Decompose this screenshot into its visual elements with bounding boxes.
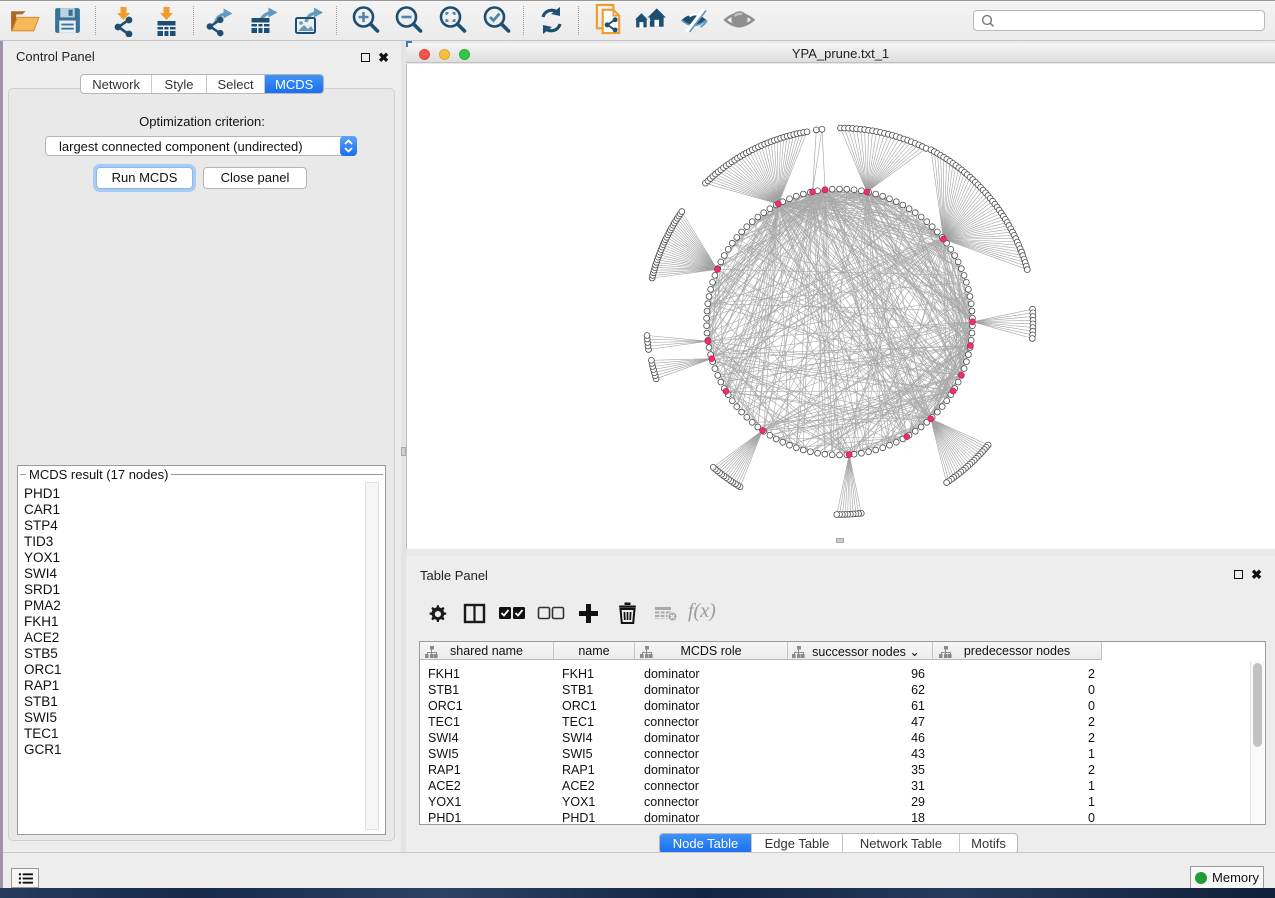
svg-text:f(x): f(x) — [688, 600, 716, 622]
